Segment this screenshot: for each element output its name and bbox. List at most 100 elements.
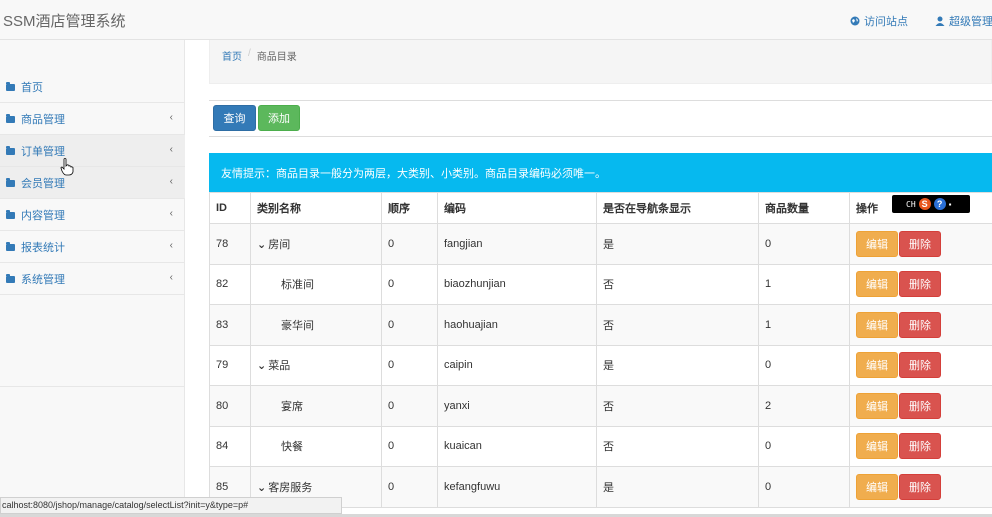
- delete-button[interactable]: 删除: [899, 433, 941, 460]
- column-header-code[interactable]: 编码: [437, 192, 597, 224]
- help-icon[interactable]: ?: [933, 198, 946, 210]
- delete-button[interactable]: 删除: [899, 230, 941, 257]
- chevron-left-icon: ‹: [169, 240, 173, 251]
- cell-actions: 编辑 删除: [849, 344, 992, 386]
- cell-actions: 编辑 删除: [849, 223, 992, 265]
- edit-button[interactable]: 编辑: [856, 230, 898, 257]
- category-name: 宴席: [281, 400, 303, 413]
- cell-code: fangjian: [437, 223, 597, 265]
- cell-order: 0: [381, 344, 438, 386]
- cell-name: 标准间: [250, 263, 382, 305]
- cell-id: 78: [209, 223, 251, 265]
- chevron-down-icon[interactable]: ⌄: [257, 482, 266, 494]
- cell-code: biaozhunjian: [437, 263, 597, 305]
- cell-nav: 否: [596, 304, 759, 346]
- chevron-left-icon: ‹: [169, 144, 173, 155]
- sidebar-item-label: 订单管理: [21, 145, 65, 158]
- cell-id: 83: [209, 304, 251, 346]
- chevron-left-icon: ‹: [169, 208, 173, 219]
- column-header-id[interactable]: ID: [209, 192, 251, 224]
- sidebar-item-system[interactable]: 系统管理 ‹: [0, 263, 185, 295]
- sidebar-item-label: 内容管理: [21, 209, 65, 222]
- cell-count: 0: [758, 466, 850, 508]
- cell-actions: 编辑 删除: [849, 263, 992, 305]
- sidebar-divider: [0, 386, 185, 387]
- column-header-order[interactable]: 顺序: [381, 192, 438, 224]
- sidebar-item-reports[interactable]: 报表统计 ‹: [0, 231, 185, 263]
- browser-status-bar: calhost:8080/jshop/manage/catalog/select…: [0, 497, 342, 514]
- category-name: 快餐: [281, 441, 303, 454]
- folder-icon: [6, 209, 15, 219]
- delete-button[interactable]: 删除: [899, 392, 941, 419]
- chevron-left-icon: ‹: [169, 112, 173, 123]
- chevron-down-icon[interactable]: ⌄: [257, 239, 266, 251]
- globe-icon: [850, 16, 860, 26]
- visit-site-link[interactable]: 访问站点: [850, 13, 908, 29]
- breadcrumb-current: 商品目录: [256, 52, 297, 63]
- cell-name: ⌄ 菜品: [250, 344, 382, 386]
- category-name: 菜品: [268, 360, 291, 373]
- category-name: 标准间: [281, 279, 314, 292]
- query-button[interactable]: 查询: [213, 105, 256, 131]
- chevron-left-icon: ‹: [169, 176, 173, 187]
- folder-icon: [6, 113, 15, 123]
- sidebar-item-content[interactable]: 内容管理 ‹: [0, 199, 185, 231]
- sidebar-item-home[interactable]: 首页: [0, 71, 185, 103]
- category-name: 豪华间: [281, 319, 314, 332]
- breadcrumb: 首页 / 商品目录: [222, 48, 297, 63]
- sidebar-item-label: 系统管理: [21, 273, 65, 286]
- cell-name: ⌄ 房间: [250, 223, 382, 265]
- cell-nav: 否: [596, 263, 759, 305]
- sidebar-item-products[interactable]: 商品管理 ‹: [0, 103, 185, 135]
- ime-toolbar[interactable]: CH S ? ▪: [892, 195, 970, 213]
- edit-button[interactable]: 编辑: [856, 352, 898, 379]
- delete-button[interactable]: 删除: [899, 352, 941, 379]
- cell-order: 0: [381, 385, 438, 427]
- chevron-left-icon: ‹: [169, 272, 173, 283]
- column-header-nav[interactable]: 是否在导航条显示: [596, 192, 759, 224]
- cell-nav: 是: [596, 344, 759, 386]
- chevron-down-icon[interactable]: ⌄: [257, 360, 266, 372]
- breadcrumb-home-link[interactable]: 首页: [222, 48, 242, 63]
- cell-order: 0: [381, 466, 438, 508]
- edit-button[interactable]: 编辑: [856, 433, 898, 460]
- admin-label: 超级管理: [949, 16, 992, 28]
- ime-language[interactable]: CH: [906, 200, 916, 209]
- edit-button[interactable]: 编辑: [856, 473, 898, 500]
- edit-button[interactable]: 编辑: [856, 311, 898, 338]
- delete-button[interactable]: 删除: [899, 473, 941, 500]
- cell-count: 1: [758, 304, 850, 346]
- cell-actions: 编辑 删除: [849, 425, 992, 467]
- sidebar-item-members[interactable]: 会员管理 ‹: [0, 167, 185, 199]
- cell-actions: 编辑 删除: [849, 385, 992, 427]
- edit-button[interactable]: 编辑: [856, 392, 898, 419]
- top-navbar: SSM酒店管理系统 访问站点 超级管理: [0, 0, 992, 40]
- cell-actions: 编辑 删除: [849, 466, 992, 508]
- cell-count: 0: [758, 425, 850, 467]
- visit-site-label: 访问站点: [864, 16, 908, 28]
- table-row: 80 宴席 0 yanxi 否 2 编辑 删除: [209, 385, 992, 427]
- edit-button[interactable]: 编辑: [856, 271, 898, 298]
- cell-order: 0: [381, 263, 438, 305]
- cell-order: 0: [381, 223, 438, 265]
- column-header-count[interactable]: 商品数量: [758, 192, 850, 224]
- add-button[interactable]: 添加: [258, 105, 300, 131]
- ime-menu-icon[interactable]: ▪: [949, 200, 952, 209]
- delete-button[interactable]: 删除: [899, 311, 941, 338]
- cell-name: 宴席: [250, 385, 382, 427]
- app-title[interactable]: SSM酒店管理系统: [3, 10, 126, 31]
- sogou-logo-icon[interactable]: S: [918, 198, 931, 210]
- hand-cursor-icon: [60, 158, 74, 176]
- column-header-name[interactable]: 类别名称: [250, 192, 382, 224]
- sidebar-item-label: 首页: [21, 81, 43, 94]
- user-icon: [935, 16, 945, 26]
- cell-code: caipin: [437, 344, 597, 386]
- folder-icon: [6, 177, 15, 187]
- folder-icon: [6, 81, 15, 91]
- cell-count: 0: [758, 344, 850, 386]
- table-row: 79 ⌄ 菜品 0 caipin 是 0 编辑 删除: [209, 344, 992, 386]
- sidebar-item-orders[interactable]: 订单管理 ‹: [0, 135, 185, 167]
- delete-button[interactable]: 删除: [899, 271, 941, 298]
- cell-count: 2: [758, 385, 850, 427]
- admin-user-menu[interactable]: 超级管理: [935, 13, 992, 29]
